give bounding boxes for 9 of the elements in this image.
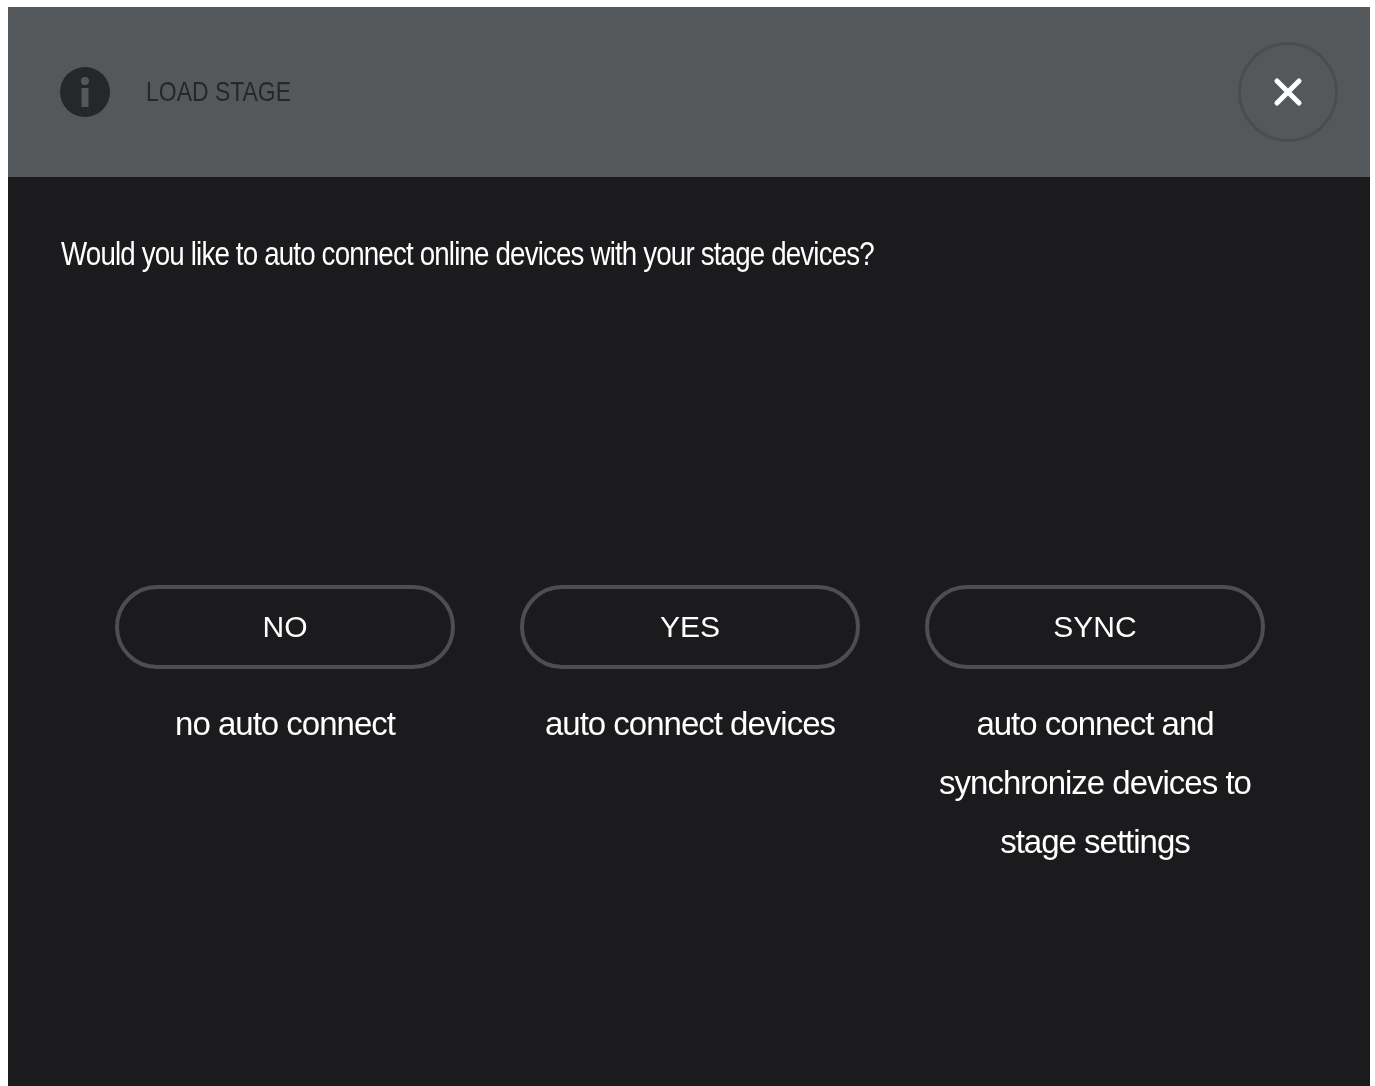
option-description: auto connect and synchronize devices to stage settings — [938, 704, 1252, 862]
option-button[interactable]: YES — [520, 585, 860, 669]
option-button[interactable]: NO — [115, 585, 455, 669]
info-icon — [60, 67, 110, 117]
close-icon — [1273, 77, 1303, 107]
option-description: auto connect devices — [543, 704, 836, 744]
option-description: no auto connect — [174, 704, 397, 744]
question-text: Would you like to auto connect online devices with your stage devices? — [61, 235, 875, 273]
option-button[interactable]: SYNC — [925, 585, 1265, 669]
